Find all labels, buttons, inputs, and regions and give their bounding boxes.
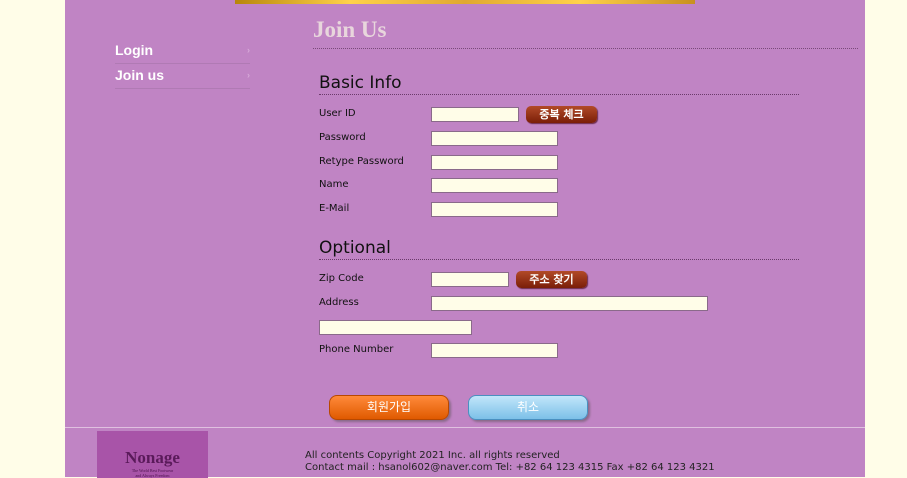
address-label: Address — [319, 297, 359, 308]
brand-logo[interactable]: Nonage The World Best Footwear and Alway… — [97, 431, 208, 478]
logo-tagline: and Always Freedom — [135, 473, 170, 478]
name-input[interactable] — [431, 178, 558, 193]
page-title: Join Us — [313, 17, 858, 49]
email-input[interactable] — [431, 202, 558, 217]
footer: Nonage The World Best Footwear and Alway… — [65, 427, 865, 478]
cancel-button[interactable]: 취소 — [468, 395, 588, 420]
zip-code-input[interactable] — [431, 272, 509, 287]
section-title-optional: Optional — [319, 238, 799, 260]
email-label: E-Mail — [319, 203, 350, 214]
retype-password-label: Retype Password — [319, 156, 404, 167]
contact-text: Contact mail : hsanol602@naver.com Tel: … — [305, 462, 715, 473]
phone-number-input[interactable] — [431, 343, 558, 358]
signup-button[interactable]: 회원가입 — [329, 395, 449, 420]
name-label: Name — [319, 179, 349, 190]
retype-password-input[interactable] — [431, 155, 558, 170]
user-id-input[interactable] — [431, 107, 519, 122]
duplicate-check-button[interactable]: 중복 체크 — [526, 106, 597, 123]
find-address-button[interactable]: 주소 찾기 — [516, 271, 587, 288]
logo-name: Nonage — [125, 448, 180, 467]
phone-number-label: Phone Number — [319, 344, 394, 355]
sidebar-item-label: Login — [115, 42, 154, 58]
address-input-1[interactable] — [431, 296, 708, 311]
section-title-basic-info: Basic Info — [319, 73, 799, 95]
password-input[interactable] — [431, 131, 558, 146]
sidebar: Login › Join us › — [115, 40, 250, 90]
header-banner — [235, 0, 695, 4]
sidebar-item-join-us[interactable]: Join us › — [115, 65, 250, 89]
chevron-right-icon: › — [247, 45, 250, 55]
sidebar-item-label: Join us — [115, 67, 165, 83]
sidebar-item-login[interactable]: Login › — [115, 40, 250, 64]
content-area: Login › Join us › Join Us Basic Info Use… — [65, 0, 865, 478]
user-id-label: User ID — [319, 108, 356, 119]
address-input-2[interactable] — [319, 320, 472, 335]
password-label: Password — [319, 132, 366, 143]
zip-code-label: Zip Code — [319, 273, 364, 284]
chevron-right-icon: › — [247, 70, 250, 80]
copyright-text: All contents Copyright 2021 Inc. all rig… — [305, 450, 560, 461]
